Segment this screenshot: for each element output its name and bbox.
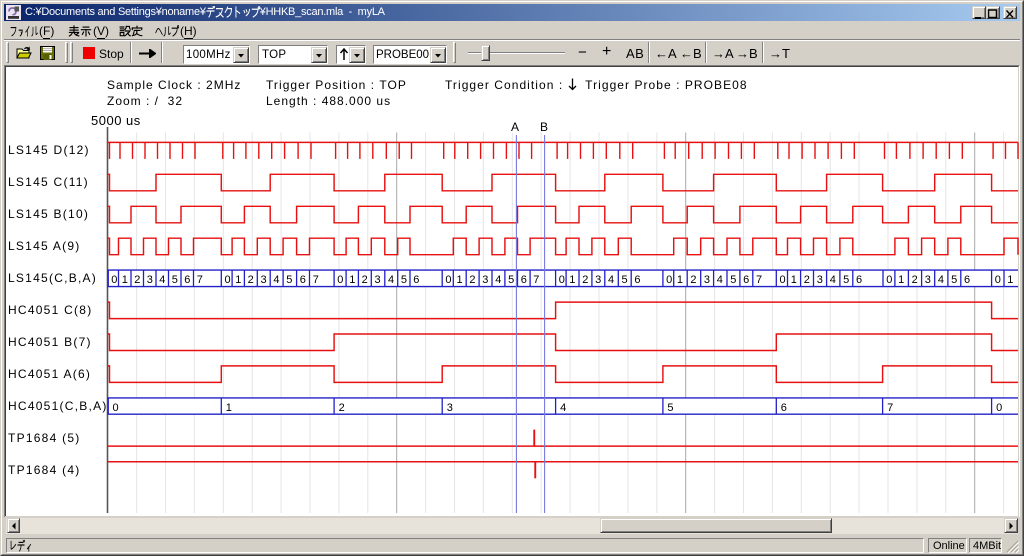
svg-text:3: 3 [147,274,153,286]
svg-text:1: 1 [122,274,128,286]
svg-text:7: 7 [756,274,762,286]
svg-text:0: 0 [559,274,565,286]
svg-text:2: 2 [912,274,918,286]
svg-text:1: 1 [349,274,355,286]
svg-text:5: 5 [172,274,178,286]
svg-text:4: 4 [495,274,501,286]
svg-text:0: 0 [996,402,1002,414]
svg-text:0: 0 [445,274,451,286]
svg-text:1: 1 [235,274,241,286]
svg-text:3: 3 [447,402,453,414]
svg-text:5: 5 [667,402,673,414]
svg-text:2: 2 [339,402,345,414]
svg-text:6: 6 [300,274,306,286]
svg-text:4: 4 [717,274,723,286]
svg-text:7: 7 [533,274,539,286]
svg-text:2: 2 [804,274,810,286]
svg-text:1: 1 [898,274,904,286]
svg-text:4: 4 [159,274,165,286]
svg-text:4: 4 [388,274,394,286]
svg-text:3: 3 [595,274,601,286]
svg-text:7: 7 [887,402,893,414]
svg-text:4: 4 [830,274,836,286]
svg-text:5: 5 [730,274,736,286]
svg-text:1: 1 [569,274,575,286]
svg-text:1: 1 [457,274,463,286]
svg-text:6: 6 [781,402,787,414]
svg-text:2: 2 [134,274,140,286]
svg-text:5: 5 [622,274,628,286]
svg-text:0: 0 [995,274,1001,286]
svg-text:2: 2 [469,274,475,286]
svg-text:0: 0 [113,402,119,414]
svg-text:6: 6 [743,274,749,286]
svg-text:4: 4 [560,402,566,414]
svg-text:5: 5 [286,274,292,286]
svg-text:6: 6 [413,274,419,286]
svg-text:3: 3 [261,274,267,286]
svg-text:4: 4 [938,274,944,286]
svg-text:0: 0 [337,274,343,286]
svg-text:6: 6 [964,274,970,286]
svg-text:1: 1 [791,274,797,286]
svg-text:2: 2 [690,274,696,286]
svg-text:3: 3 [375,274,381,286]
svg-text:7: 7 [313,274,319,286]
svg-text:0: 0 [111,274,117,286]
svg-text:4: 4 [273,274,279,286]
svg-text:5: 5 [401,274,407,286]
svg-text:5: 5 [951,274,957,286]
svg-text:0: 0 [886,274,892,286]
svg-text:4: 4 [608,274,614,286]
svg-text:2: 2 [582,274,588,286]
svg-text:1: 1 [226,402,232,414]
svg-text:7: 7 [197,274,203,286]
svg-text:6: 6 [184,274,190,286]
svg-text:6: 6 [856,274,862,286]
svg-text:1: 1 [1007,274,1013,286]
svg-text:5: 5 [508,274,514,286]
svg-text:1: 1 [677,274,683,286]
svg-text:2: 2 [248,274,254,286]
svg-text:6: 6 [521,274,527,286]
svg-text:0: 0 [780,274,786,286]
svg-text:6: 6 [634,274,640,286]
svg-text:3: 3 [817,274,823,286]
svg-text:3: 3 [925,274,931,286]
svg-text:5: 5 [843,274,849,286]
svg-text:3: 3 [704,274,710,286]
svg-text:0: 0 [666,274,672,286]
svg-text:0: 0 [225,274,231,286]
svg-text:3: 3 [482,274,488,286]
svg-text:2: 2 [362,274,368,286]
